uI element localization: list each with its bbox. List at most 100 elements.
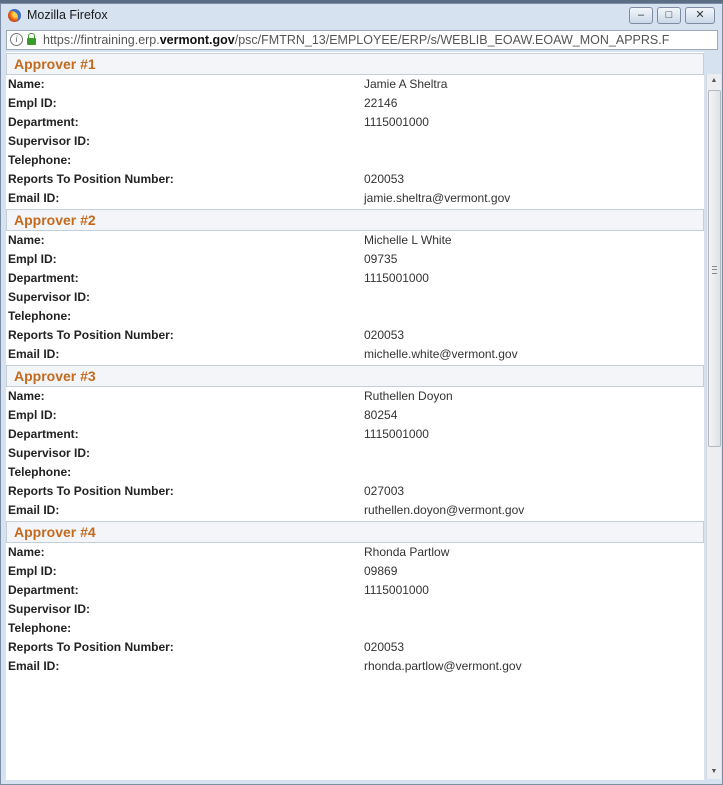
- reports-to-label: Reports To Position Number:: [8, 484, 174, 498]
- department-value: 1115001000: [364, 583, 429, 597]
- reports-to-value: 020053: [364, 172, 405, 186]
- name-label: Name:: [8, 77, 45, 91]
- grip-icon: [712, 266, 717, 274]
- approver-section: Approver #1 Name: Jamie A Sheltra Empl ID…: [6, 53, 704, 208]
- email-label: Email ID:: [8, 659, 60, 673]
- approver-header: Approver #1: [6, 53, 704, 75]
- name-label: Name:: [8, 233, 45, 247]
- supervisor-id-label: Supervisor ID:: [8, 134, 91, 148]
- lock-icon[interactable]: [27, 33, 36, 45]
- empl-id-row: Empl ID: 09869: [6, 562, 704, 581]
- telephone-row: Telephone:: [6, 463, 704, 482]
- supervisor-id-row: Supervisor ID:: [6, 444, 704, 463]
- supervisor-id-row: Supervisor ID:: [6, 288, 704, 307]
- email-value: ruthellen.doyon@vermont.gov: [364, 503, 525, 517]
- email-value: jamie.sheltra@vermont.gov: [364, 191, 511, 205]
- supervisor-id-label: Supervisor ID:: [8, 602, 91, 616]
- reports-to-value: 020053: [364, 328, 405, 342]
- vertical-scrollbar[interactable]: ▲ ▼: [706, 74, 721, 779]
- empl-id-label: Empl ID:: [8, 408, 57, 422]
- empl-id-row: Empl ID: 09735: [6, 250, 704, 269]
- name-row: Name: Michelle L White: [6, 231, 704, 250]
- reports-to-value: 020053: [364, 640, 405, 654]
- name-row: Name: Ruthellen Doyon: [6, 387, 704, 406]
- approver-header: Approver #4: [6, 521, 704, 543]
- reports-to-label: Reports To Position Number:: [8, 172, 174, 186]
- approver-section: Approver #3 Name: Ruthellen Doyon Empl ID…: [6, 365, 704, 520]
- approver-section: Approver #4 Name: Rhonda Partlow Empl ID:…: [6, 521, 704, 676]
- name-row: Name: Rhonda Partlow: [6, 543, 704, 562]
- reports-to-label: Reports To Position Number:: [8, 328, 174, 342]
- reports-to-row: Reports To Position Number: 020053: [6, 170, 704, 189]
- name-row: Name: Jamie A Sheltra: [6, 75, 704, 94]
- name-value: Ruthellen Doyon: [364, 389, 453, 403]
- supervisor-id-row: Supervisor ID:: [6, 132, 704, 151]
- window-title: Mozilla Firefox: [27, 8, 108, 22]
- email-label: Email ID:: [8, 503, 60, 517]
- empl-id-row: Empl ID: 80254: [6, 406, 704, 425]
- department-label: Department:: [8, 271, 79, 285]
- scroll-thumb[interactable]: [708, 90, 721, 447]
- supervisor-id-label: Supervisor ID:: [8, 290, 91, 304]
- empl-id-value: 09735: [364, 252, 398, 266]
- scroll-down-arrow-icon[interactable]: ▼: [707, 765, 721, 779]
- scroll-up-arrow-icon[interactable]: ▲: [707, 74, 721, 88]
- empl-id-row: Empl ID: 22146: [6, 94, 704, 113]
- department-row: Department: 1115001000: [6, 269, 704, 288]
- department-row: Department: 1115001000: [6, 425, 704, 444]
- info-icon[interactable]: i: [10, 33, 23, 46]
- title-bar[interactable]: Mozilla Firefox – □ ✕: [1, 4, 722, 28]
- name-value: Rhonda Partlow: [364, 545, 450, 559]
- empl-id-label: Empl ID:: [8, 564, 57, 578]
- department-row: Department: 1115001000: [6, 113, 704, 132]
- reports-to-row: Reports To Position Number: 020053: [6, 326, 704, 345]
- email-row: Email ID: rhonda.partlow@vermont.gov: [6, 657, 704, 676]
- approver-header: Approver #2: [6, 209, 704, 231]
- maximize-button[interactable]: □: [657, 7, 681, 24]
- department-value: 1115001000: [364, 271, 429, 285]
- name-value: Jamie A Sheltra: [364, 77, 448, 91]
- department-label: Department:: [8, 427, 79, 441]
- email-label: Email ID:: [8, 191, 60, 205]
- name-label: Name:: [8, 389, 45, 403]
- url-text[interactable]: https://fintraining.erp.vermont.gov/psc/…: [43, 33, 669, 47]
- approver-list: Approver #1 Name: Jamie A Sheltra Empl ID…: [6, 52, 704, 780]
- email-label: Email ID:: [8, 347, 60, 361]
- telephone-row: Telephone:: [6, 151, 704, 170]
- telephone-row: Telephone:: [6, 619, 704, 638]
- approver-section: Approver #2 Name: Michelle L White Empl I…: [6, 209, 704, 364]
- telephone-label: Telephone:: [8, 309, 72, 323]
- reports-to-row: Reports To Position Number: 027003: [6, 482, 704, 501]
- supervisor-id-label: Supervisor ID:: [8, 446, 91, 460]
- empl-id-value: 22146: [364, 96, 398, 110]
- reports-to-row: Reports To Position Number: 020053: [6, 638, 704, 657]
- email-row: Email ID: michelle.white@vermont.gov: [6, 345, 704, 364]
- department-value: 1115001000: [364, 115, 429, 129]
- empl-id-value: 09869: [364, 564, 398, 578]
- department-row: Department: 1115001000: [6, 581, 704, 600]
- telephone-row: Telephone:: [6, 307, 704, 326]
- name-value: Michelle L White: [364, 233, 452, 247]
- empl-id-label: Empl ID:: [8, 96, 57, 110]
- supervisor-id-row: Supervisor ID:: [6, 600, 704, 619]
- firefox-icon: [8, 9, 21, 22]
- department-label: Department:: [8, 583, 79, 597]
- browser-popup-window: Mozilla Firefox – □ ✕ i https://fintrain…: [0, 3, 723, 785]
- name-label: Name:: [8, 545, 45, 559]
- telephone-label: Telephone:: [8, 465, 72, 479]
- reports-to-value: 027003: [364, 484, 405, 498]
- department-value: 1115001000: [364, 427, 429, 441]
- department-label: Department:: [8, 115, 79, 129]
- email-row: Email ID: ruthellen.doyon@vermont.gov: [6, 501, 704, 520]
- minimize-button[interactable]: –: [629, 7, 653, 24]
- empl-id-label: Empl ID:: [8, 252, 57, 266]
- close-button[interactable]: ✕: [685, 7, 715, 24]
- approver-header: Approver #3: [6, 365, 704, 387]
- email-value: michelle.white@vermont.gov: [364, 347, 518, 361]
- email-row: Email ID: jamie.sheltra@vermont.gov: [6, 189, 704, 208]
- email-value: rhonda.partlow@vermont.gov: [364, 659, 522, 673]
- empl-id-value: 80254: [364, 408, 398, 422]
- reports-to-label: Reports To Position Number:: [8, 640, 174, 654]
- address-bar[interactable]: i https://fintraining.erp.vermont.gov/ps…: [6, 30, 718, 50]
- telephone-label: Telephone:: [8, 153, 72, 167]
